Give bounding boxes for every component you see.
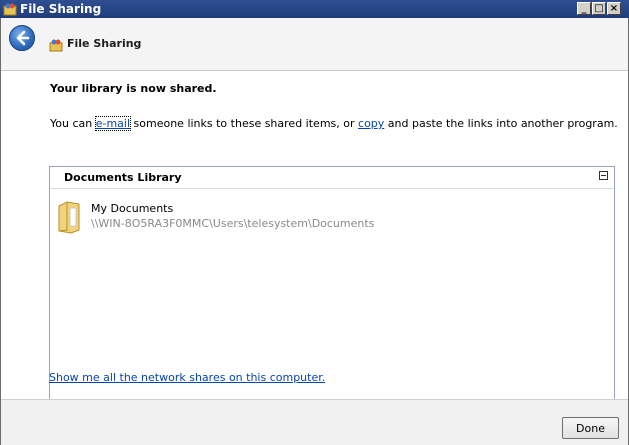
collapse-icon[interactable]	[599, 171, 608, 180]
footer: Done	[0, 399, 629, 445]
window-frame-left	[0, 18, 1, 445]
maximize-button[interactable]: □	[592, 2, 606, 15]
back-arrow-icon	[16, 30, 30, 46]
copy-link[interactable]: copy	[358, 117, 384, 130]
file-sharing-icon	[49, 39, 63, 52]
desc-text-after: and paste the links into another program…	[384, 117, 618, 130]
title-bar: File Sharing _ □ ×	[0, 0, 629, 18]
nav-title: File Sharing	[67, 37, 142, 50]
done-button[interactable]: Done	[562, 417, 619, 439]
item-name: My Documents	[91, 202, 174, 215]
email-link[interactable]: e-mail	[94, 116, 132, 131]
desc-text-middle: someone links to these shared items, or	[130, 117, 359, 130]
file-sharing-icon	[3, 3, 17, 16]
close-button[interactable]: ×	[607, 2, 621, 15]
item-path: \\WIN-8O5RA3F0MMC\Users\telesystem\Docum…	[91, 217, 375, 230]
library-header: Documents Library	[50, 167, 614, 189]
network-shares-link[interactable]: Show me all the network shares on this c…	[49, 371, 325, 384]
minimize-button[interactable]: _	[577, 2, 591, 15]
back-button[interactable]	[9, 25, 35, 51]
share-description: You can e-mail someone links to these sh…	[50, 116, 618, 131]
main-content: Your library is now shared. You can e-ma…	[0, 71, 629, 437]
window-title: File Sharing	[20, 2, 102, 16]
shared-heading: Your library is now shared.	[50, 82, 217, 95]
library-title: Documents Library	[64, 171, 182, 184]
documents-library-panel: Documents Library My Documents \\WIN-8O5…	[49, 166, 615, 437]
folder-icon	[58, 201, 80, 234]
navigation-bar: File Sharing	[0, 18, 629, 71]
desc-text-before: You can	[50, 117, 96, 130]
